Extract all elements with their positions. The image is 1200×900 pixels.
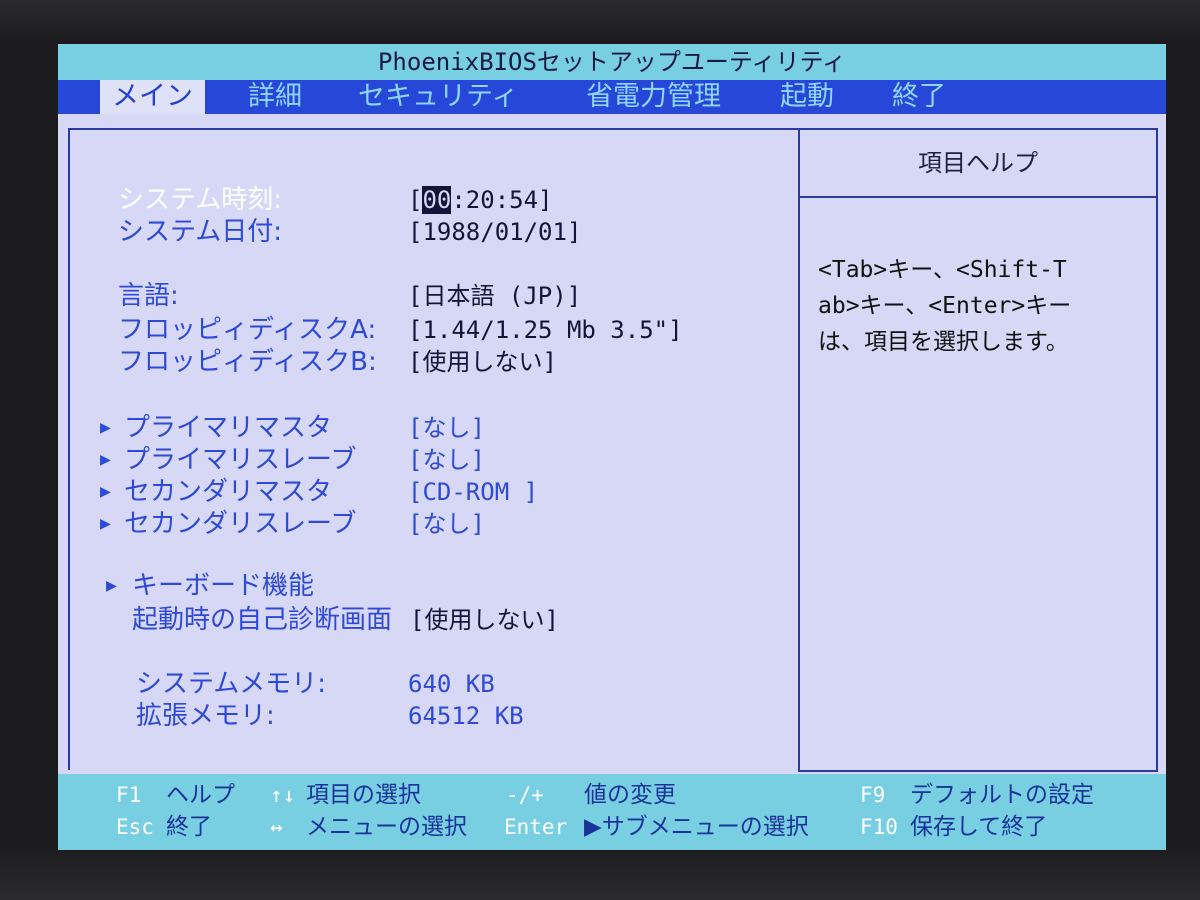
tab-exit[interactable]: 終了 [880, 80, 958, 114]
system-memory-value: 640 KB [408, 670, 495, 698]
tab-power[interactable]: 省電力管理 [574, 80, 733, 114]
secondary-slave-row[interactable]: ▶ セカンダリスレーブ [なし] [70, 508, 790, 540]
system-date-value[interactable]: [1988/01/01] [408, 216, 581, 248]
change-value-text: 値の変更 [584, 782, 676, 808]
save-and-exit-text: 保存して終了 [910, 814, 1048, 840]
language-label: 言語: [118, 281, 179, 311]
submenu-arrow-icon: ▶ [100, 513, 111, 534]
secondary-master-label: セカンダリマスタ [124, 477, 333, 507]
item-help-text: <Tab>キー、<Shift-T ab>キー、<Enter>キー は、項目を選択… [800, 198, 1156, 360]
exit-text: 終了 [166, 814, 212, 840]
primary-slave-value: [なし] [408, 446, 485, 474]
plus-minus-key: -/+ [506, 783, 544, 807]
secondary-slave-label: セカンダリスレーブ [124, 509, 357, 539]
select-menu-text: メニューの選択 [306, 814, 467, 840]
up-down-arrows-icon: ↑↓ [270, 783, 296, 807]
post-screen-label: 起動時の自己診断画面 [132, 605, 393, 635]
settings-panel: システム時刻: [00:20:54] システム日付: [1988/01/01] … [68, 128, 800, 770]
esc-key: Esc [116, 815, 154, 839]
extended-memory-row: 拡張メモリ: 64512 KB [70, 700, 790, 732]
secondary-slave-value: [なし] [408, 510, 485, 538]
system-time-cursor[interactable]: 00 [422, 186, 452, 214]
floppy-b-label: フロッピィディスクB: [118, 347, 377, 377]
floppy-b-row[interactable]: フロッピィディスクB: [使用しない] [70, 346, 790, 378]
help-line: は、項目を選択します。 [818, 329, 1069, 355]
system-date-label: システム日付: [118, 217, 282, 247]
secondary-master-value: [CD-ROM ] [408, 478, 539, 506]
primary-master-row[interactable]: ▶ プライマリマスタ [なし] [70, 412, 790, 444]
floppy-a-value[interactable]: [1.44/1.25 Mb 3.5"] [408, 314, 683, 346]
primary-slave-row[interactable]: ▶ プライマリスレーブ [なし] [70, 444, 790, 476]
help-line: ab>キー、<Enter>キー [818, 293, 1072, 319]
enter-key: Enter [504, 815, 568, 839]
item-help-panel: 項目ヘルプ <Tab>キー、<Shift-T ab>キー、<Enter>キー は… [798, 128, 1158, 772]
menu-bar: メイン 詳細 セキュリティ 省電力管理 起動 終了 [58, 80, 1166, 114]
tab-boot[interactable]: 起動 [768, 80, 846, 114]
secondary-master-row[interactable]: ▶ セカンダリマスタ [CD-ROM ] [70, 476, 790, 508]
primary-slave-label: プライマリスレーブ [124, 445, 357, 475]
f10-key: F10 [860, 815, 898, 839]
system-memory-label: システムメモリ: [136, 669, 326, 699]
select-item-text: 項目の選択 [306, 782, 421, 808]
primary-master-value: [なし] [408, 414, 485, 442]
keyboard-features-row[interactable]: ▶ キーボード機能 [70, 570, 790, 602]
f1-key: F1 [116, 783, 142, 807]
system-time-open: [ [408, 186, 423, 214]
setup-defaults-text: デフォルトの設定 [910, 782, 1094, 808]
language-row[interactable]: 言語: [日本語 (JP)] [70, 280, 790, 312]
system-time-label: システム時刻: [118, 185, 282, 215]
submenu-arrow-icon: ▶ [100, 417, 111, 438]
tab-security[interactable]: セキュリティ [346, 80, 530, 114]
post-screen-value[interactable]: [使用しない] [410, 604, 559, 636]
submenu-arrow-icon: ▶ [100, 449, 111, 470]
extended-memory-value: 64512 KB [408, 702, 524, 730]
f9-key: F9 [860, 783, 886, 807]
bios-screen: PhoenixBIOSセットアップユーティリティ メイン 詳細 セキュリティ 省… [58, 44, 1166, 850]
primary-master-label: プライマリマスタ [124, 413, 333, 443]
f1-help-text: ヘルプ [166, 782, 235, 808]
system-time-rest: :20:54] [451, 186, 553, 214]
system-date-row[interactable]: システム日付: [1988/01/01] [70, 216, 790, 248]
system-memory-row: システムメモリ: 640 KB [70, 668, 790, 700]
key-legend-footer: F1 ヘルプ ↑↓ 項目の選択 -/+ 値の変更 F9 デフォルトの設定 Esc… [58, 774, 1166, 850]
help-line: <Tab>キー、<Shift-T [818, 257, 1067, 283]
extended-memory-label: 拡張メモリ: [136, 701, 275, 731]
system-time-value[interactable]: [00:20:54] [408, 184, 553, 216]
post-screen-row[interactable]: 起動時の自己診断画面 [使用しない] [70, 604, 790, 636]
tab-main[interactable]: メイン [100, 80, 205, 114]
monitor-bezel-bottom [0, 850, 1200, 900]
tab-advanced[interactable]: 詳細 [236, 80, 314, 114]
floppy-b-value[interactable]: [使用しない] [408, 346, 557, 378]
language-value[interactable]: [日本語 (JP)] [408, 280, 581, 312]
submenu-arrow-icon: ▶ [100, 481, 111, 502]
floppy-a-row[interactable]: フロッピィディスクA: [1.44/1.25 Mb 3.5"] [70, 314, 790, 346]
select-submenu-text: ▶サブメニューの選択 [584, 814, 809, 840]
left-right-arrows-icon: ↔ [270, 815, 283, 839]
bios-title: PhoenixBIOSセットアップユーティリティ [58, 44, 1166, 80]
submenu-arrow-icon: ▶ [106, 575, 117, 596]
floppy-a-label: フロッピィディスクA: [118, 315, 377, 345]
monitor-bezel-top [0, 0, 1200, 40]
item-help-title: 項目ヘルプ [800, 130, 1156, 198]
system-time-row[interactable]: システム時刻: [00:20:54] [70, 184, 790, 216]
keyboard-features-label: キーボード機能 [132, 571, 315, 601]
